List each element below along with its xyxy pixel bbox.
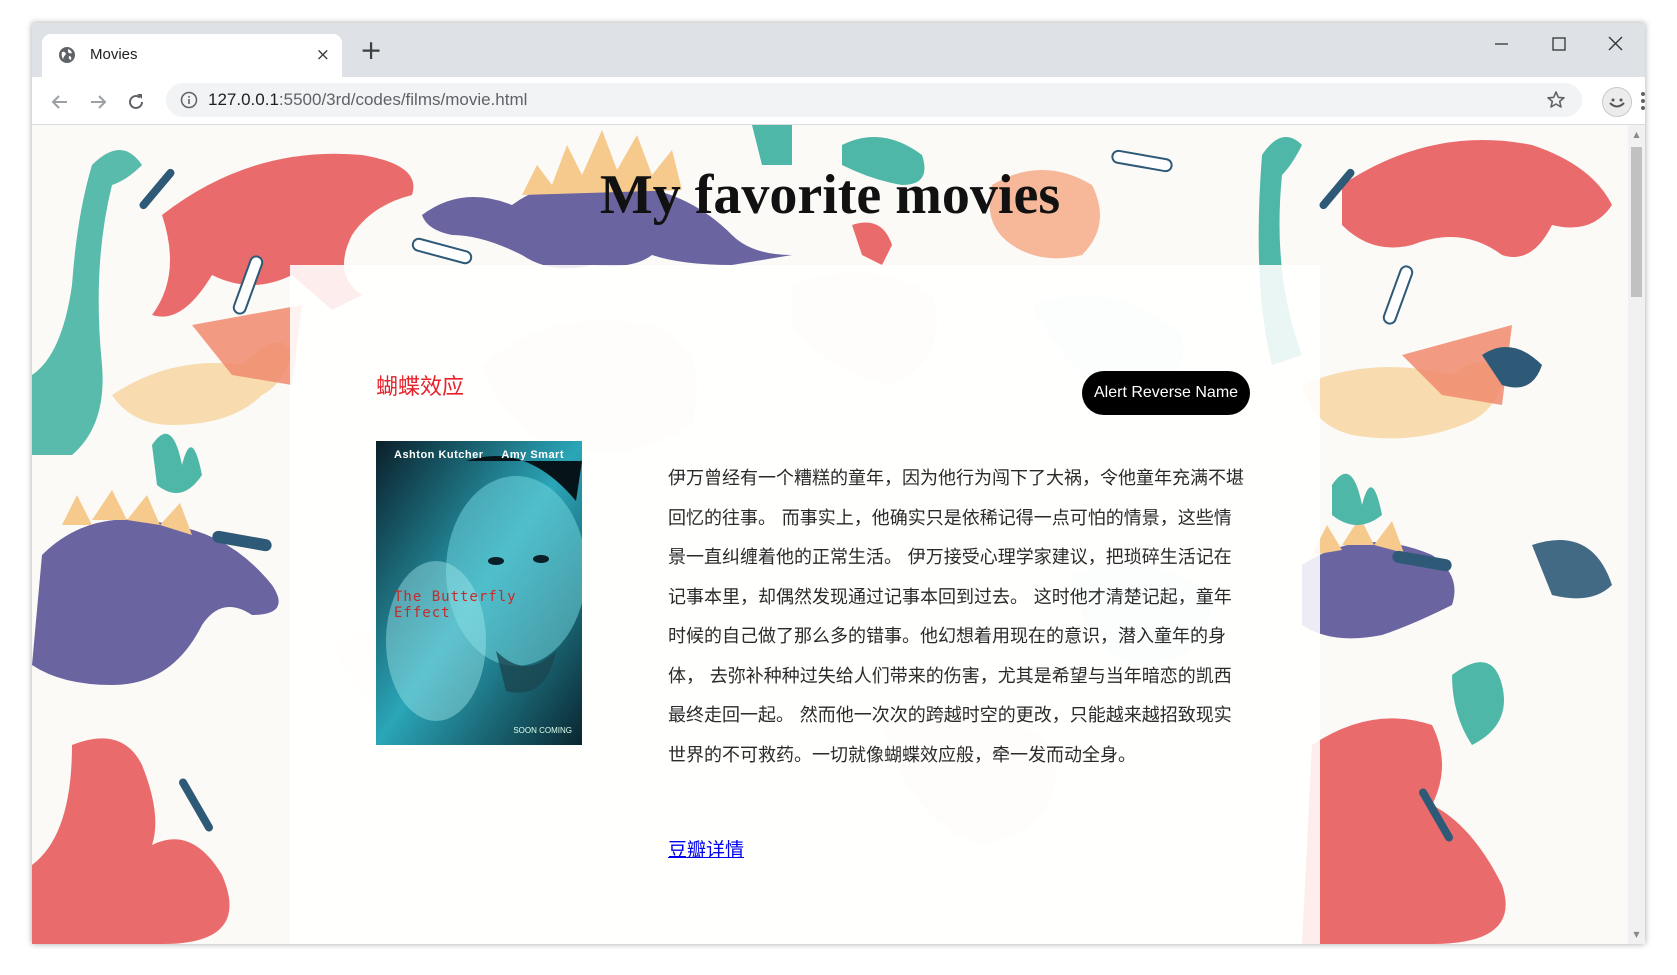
profile-avatar[interactable] <box>1602 87 1632 117</box>
plus-icon[interactable]: + <box>356 36 386 66</box>
tab-title: Movies <box>90 46 138 63</box>
browser-tab[interactable]: Movies × <box>42 34 342 77</box>
douban-details-link[interactable]: 豆瓣详情 <box>668 835 744 862</box>
close-icon[interactable]: × <box>316 45 330 65</box>
movie-card: 蝴蝶效应 Alert Reverse Name Ashton Kutcher A… <box>290 265 1320 944</box>
poster-actor-left: Ashton Kutcher <box>394 449 484 461</box>
maximize-icon[interactable] <box>1544 32 1574 56</box>
address-bar[interactable]: 127.0.0.1:5500/3rd/codes/films/movie.htm… <box>166 83 1582 117</box>
vertical-scrollbar[interactable]: ▲ ▼ <box>1628 125 1645 944</box>
kebab-menu-icon[interactable] <box>1639 90 1645 112</box>
poster-title: The Butterfly Effect <box>394 589 517 621</box>
profile-avatar-face <box>1609 98 1625 108</box>
scroll-down-arrow[interactable]: ▼ <box>1632 930 1641 939</box>
globe-icon <box>59 47 75 63</box>
title-bar: Movies × + <box>32 23 1645 77</box>
poster-actor-right: Amy Smart <box>501 449 564 461</box>
info-icon[interactable] <box>180 91 198 109</box>
reload-icon[interactable] <box>123 89 149 115</box>
star-icon[interactable] <box>1546 90 1566 110</box>
movie-synopsis: 伊万曾经有一个糟糕的童年，因为他行为闯下了大祸，令他童年充满不堪回忆的往事。 而… <box>668 468 1244 766</box>
minimize-icon[interactable] <box>1487 32 1517 56</box>
browser-window: Movies × + 127.0.0.1:5500/3rd/codes/film… <box>32 23 1645 944</box>
poster-tagline: SOON COMING <box>513 726 572 735</box>
browser-toolbar: 127.0.0.1:5500/3rd/codes/films/movie.htm… <box>32 77 1645 125</box>
movie-name: 蝴蝶效应 <box>376 375 465 400</box>
alert-reverse-name-button[interactable]: Alert Reverse Name <box>1082 371 1251 415</box>
scroll-up-arrow[interactable]: ▲ <box>1632 130 1641 139</box>
movie-poster: Ashton Kutcher Amy Smart The Butterfly E… <box>376 441 582 745</box>
forward-arrow-icon[interactable] <box>85 89 111 115</box>
url-host: 127.0.0.1 <box>208 90 279 109</box>
url-text[interactable]: 127.0.0.1:5500/3rd/codes/films/movie.htm… <box>208 90 527 110</box>
url-path: :5500/3rd/codes/films/movie.html <box>278 90 528 109</box>
back-arrow-icon[interactable] <box>47 89 73 115</box>
page-title: My favorite movies <box>599 164 1061 226</box>
page-viewport: My favorite movies 蝴蝶效应 Alert Reverse Na… <box>32 125 1628 944</box>
window-close-icon[interactable] <box>1601 32 1631 56</box>
scrollbar-thumb[interactable] <box>1631 147 1642 297</box>
